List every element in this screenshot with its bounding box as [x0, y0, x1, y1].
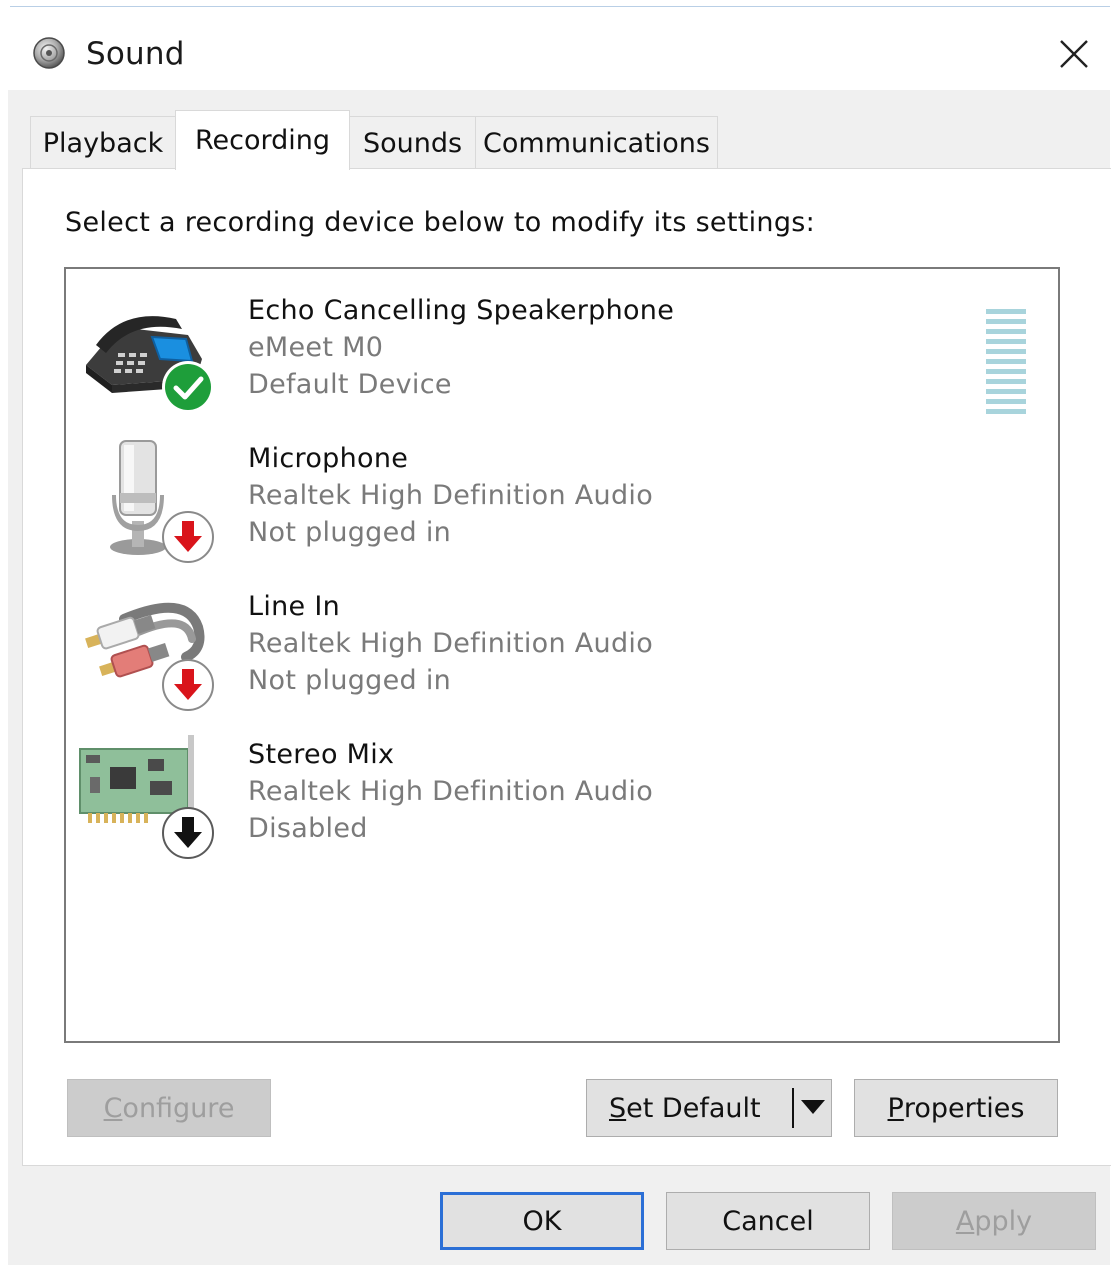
device-description: Realtek High Definition Audio — [248, 628, 654, 659]
check-badge-icon — [160, 359, 216, 415]
device-description: Realtek High Definition Audio — [248, 480, 654, 511]
configure-accel: C — [103, 1092, 123, 1124]
close-icon — [1060, 40, 1088, 68]
sound-dialog: Sound Playback Recording Sounds Communic… — [0, 0, 1111, 1265]
red-down-arrow-badge-icon — [160, 657, 216, 713]
device-status: Disabled — [248, 813, 368, 844]
properties-button[interactable]: Properties — [854, 1079, 1058, 1137]
list-item[interactable]: Line In Realtek High Definition Audio No… — [66, 583, 1056, 723]
device-description: eMeet M0 — [248, 332, 384, 363]
instruction-text: Select a recording device below to modif… — [65, 207, 816, 238]
ok-button[interactable]: OK — [440, 1192, 644, 1250]
device-name: Stereo Mix — [248, 739, 395, 770]
device-description: Realtek High Definition Audio — [248, 776, 654, 807]
cancel-button[interactable]: Cancel — [666, 1192, 870, 1250]
title-bar: Sound — [0, 8, 1111, 90]
apply-label: pply — [974, 1205, 1033, 1237]
list-item[interactable]: Stereo Mix Realtek High Definition Audio… — [66, 731, 1056, 871]
tab-communications[interactable]: Communications — [475, 116, 718, 170]
properties-accel: P — [887, 1092, 904, 1124]
window-title: Sound — [86, 36, 185, 72]
configure-label: onfigure — [122, 1092, 235, 1124]
device-status: Not plugged in — [248, 665, 452, 696]
device-list[interactable]: Echo Cancelling Speakerphone eMeet M0 De… — [64, 267, 1060, 1043]
close-button[interactable] — [1048, 28, 1100, 80]
set-default-button[interactable]: Set Default — [586, 1079, 832, 1137]
device-status: Not plugged in — [248, 517, 452, 548]
device-status: Default Device — [248, 369, 452, 400]
tab-sounds[interactable]: Sounds — [349, 116, 476, 170]
set-default-label: et Default — [626, 1092, 761, 1124]
tab-playback[interactable]: Playback — [30, 116, 176, 170]
device-name: Echo Cancelling Speakerphone — [248, 295, 675, 326]
red-down-arrow-badge-icon — [160, 509, 216, 565]
tab-recording[interactable]: Recording — [175, 110, 350, 170]
split-separator — [792, 1088, 794, 1128]
black-down-arrow-badge-icon — [160, 805, 216, 861]
apply-accel: A — [955, 1205, 975, 1237]
properties-label: roperties — [903, 1092, 1025, 1124]
dropdown-arrow-icon[interactable] — [801, 1100, 825, 1114]
set-default-accel: S — [609, 1092, 627, 1124]
device-name: Microphone — [248, 443, 409, 474]
level-meter — [986, 309, 1026, 421]
list-item[interactable]: Microphone Realtek High Definition Audio… — [66, 435, 1056, 575]
device-name: Line In — [248, 591, 341, 622]
window-top-border — [10, 6, 1110, 7]
recording-panel: Select a recording device below to modif… — [22, 168, 1111, 1166]
list-item[interactable]: Echo Cancelling Speakerphone eMeet M0 De… — [66, 287, 1056, 427]
speaker-icon — [30, 34, 68, 72]
configure-button[interactable]: Configure — [67, 1079, 271, 1137]
apply-button[interactable]: Apply — [892, 1192, 1096, 1250]
